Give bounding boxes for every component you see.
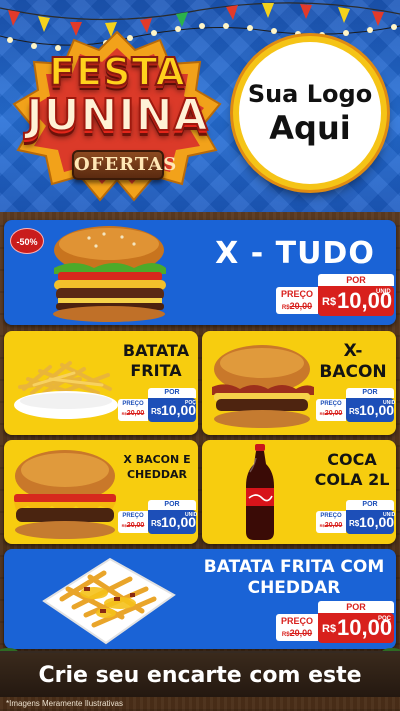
- old-price: R$20,00: [118, 410, 148, 417]
- current-price-box: R$ 10,00 UNID: [318, 286, 394, 316]
- price-unit: UNID: [383, 512, 396, 518]
- product-name-line1: BATATA: [122, 341, 190, 360]
- price-currency: R$: [349, 407, 360, 416]
- product-name: X BACON E CHEDDAR: [116, 452, 198, 482]
- price-currency: R$: [322, 296, 337, 308]
- price-currency: R$: [151, 407, 162, 416]
- burger-icon: [53, 226, 166, 322]
- por-label: POR: [148, 500, 196, 510]
- product-card-xbacon[interactable]: X- BACON POR PREÇO R$20,00 R$ 10,00 UNID: [202, 331, 396, 435]
- price-tag: POR PREÇO R$20,00 R$ 10,00 UNID: [276, 274, 394, 318]
- product-card-xbacon-cheddar[interactable]: X BACON E CHEDDAR POR PREÇO R$20,00 R$ 1…: [4, 440, 198, 544]
- cheddar-burger-icon: [14, 450, 116, 539]
- preco-label: PREÇO: [122, 401, 144, 407]
- fries-icon: [14, 361, 118, 419]
- price-currency: R$: [151, 519, 162, 528]
- product-name: X - TUDO: [215, 236, 375, 271]
- old-price-value: 20,00: [126, 410, 145, 417]
- old-price-value: 20,00: [126, 522, 145, 529]
- product-name: COCA COLA 2L: [310, 450, 394, 490]
- price-unit: UNID: [376, 289, 391, 295]
- price-tag: POR PREÇO R$20,00 R$ 10,00 UNID: [118, 500, 198, 536]
- product-name-line1: X-: [343, 341, 363, 361]
- preco-label: PREÇO: [122, 513, 144, 519]
- preco-box: PREÇO R$20,00: [118, 511, 148, 533]
- old-price-value: 20,00: [289, 628, 313, 638]
- price-currency: R$: [349, 519, 360, 528]
- current-price-box: R$ 10,00 UNID: [148, 510, 198, 534]
- old-price: R$20,00: [118, 522, 148, 529]
- product-card-xtudo[interactable]: -50% X - TUDO POR PREÇO R$20,00 R$ 10,00…: [4, 220, 396, 325]
- discount-badge: -50%: [10, 228, 44, 254]
- price-unit: POÇ: [185, 400, 196, 406]
- por-label: POR: [318, 274, 394, 286]
- old-price: R$20,00: [316, 522, 346, 529]
- festa-junina-badge: FESTA JUNINA OFERTAS: [10, 28, 225, 208]
- cheddar-fries-icon: [42, 557, 176, 645]
- product-name-line1: X BACON E: [123, 453, 191, 466]
- preco-label: PREÇO: [320, 513, 342, 519]
- old-price: R$20,00: [276, 301, 318, 311]
- product-name: X- BACON: [314, 341, 392, 383]
- price-tag: POR PREÇO R$20,00 R$ 10,00 POÇ: [118, 388, 196, 424]
- product-card-batata-cheddar[interactable]: BATATA FRITA COM CHEDDAR POR PREÇO R$20,…: [4, 549, 396, 649]
- product-card-batata[interactable]: BATATA FRITA POR PREÇO R$20,00 R$ 10,00 …: [4, 331, 198, 435]
- product-name: BATATA FRITA: [114, 341, 198, 381]
- cta-banner[interactable]: Crie seu encarte com este tema!: [0, 651, 400, 711]
- por-label: POR: [346, 388, 394, 398]
- price-tag: POR PREÇO R$20,00 R$ 10,00 UNID: [316, 388, 396, 424]
- current-price-box: R$ 10,00 POÇ: [148, 398, 196, 422]
- price-unit: UNID: [185, 512, 198, 518]
- product-name-line2: FRITA: [130, 361, 182, 380]
- product-name-line1: COCA: [327, 450, 377, 469]
- product-name-line2: CHEDDAR: [247, 578, 341, 598]
- disclaimer-note: *Imagens Meramente Ilustrativas: [6, 699, 123, 708]
- preco-box: PREÇO R$20,00: [118, 399, 148, 421]
- ofertas-plaque: OFERTAS: [72, 150, 176, 180]
- product-card-coca[interactable]: COCA COLA 2L POR PREÇO R$20,00 R$ 10,00 …: [202, 440, 396, 544]
- por-label: POR: [148, 388, 196, 398]
- old-currency: R$: [281, 632, 290, 638]
- festa-title: FESTA: [48, 49, 186, 95]
- old-price: R$20,00: [316, 410, 346, 417]
- preco-box: PREÇO R$20,00: [276, 614, 318, 641]
- price-unit: UNID: [383, 400, 396, 406]
- preco-box: PREÇO R$20,00: [316, 399, 346, 421]
- preco-label: PREÇO: [320, 401, 342, 407]
- old-currency: R$: [281, 305, 290, 311]
- preco-box: PREÇO R$20,00: [316, 511, 346, 533]
- logo-line2: Aqui: [269, 109, 351, 147]
- old-price-value: 20,00: [289, 301, 313, 311]
- product-name: BATATA FRITA COM CHEDDAR: [194, 557, 394, 599]
- logo-line1: Sua Logo: [247, 80, 373, 108]
- price-currency: R$: [322, 623, 337, 635]
- logo-placeholder[interactable]: Sua Logo Aqui: [233, 36, 387, 190]
- current-price-box: R$ 10,00 UNID: [346, 398, 396, 422]
- junina-title: JUNINA: [25, 89, 209, 142]
- price-unit: POÇ: [378, 616, 392, 622]
- bacon-burger-icon: [212, 345, 314, 428]
- current-price-box: R$ 10,00 UNID: [346, 510, 396, 534]
- product-name-line2: CHEDDAR: [126, 468, 188, 481]
- old-price-value: 20,00: [324, 410, 343, 417]
- por-label: POR: [346, 500, 394, 510]
- preco-label: PREÇO: [280, 616, 313, 626]
- current-price-box: R$ 10,00 POÇ: [318, 613, 394, 643]
- old-price-value: 20,00: [324, 522, 343, 529]
- price-tag: POR PREÇO R$20,00 R$ 10,00 POÇ: [276, 601, 394, 645]
- por-label: POR: [318, 601, 394, 613]
- preco-label: PREÇO: [280, 289, 313, 299]
- old-price: R$20,00: [276, 628, 318, 638]
- soda-bottle-icon: [246, 444, 274, 540]
- product-name-line2: BACON: [319, 362, 387, 382]
- price-tag: POR PREÇO R$20,00 R$ 10,00 UNID: [316, 500, 396, 536]
- preco-box: PREÇO R$20,00: [276, 287, 318, 314]
- product-name-line2: COLA 2L: [314, 470, 390, 489]
- header-banner: FESTA JUNINA OFERTAS Sua Logo Aqui: [0, 0, 400, 212]
- product-name-line1: BATATA FRITA COM: [203, 557, 385, 577]
